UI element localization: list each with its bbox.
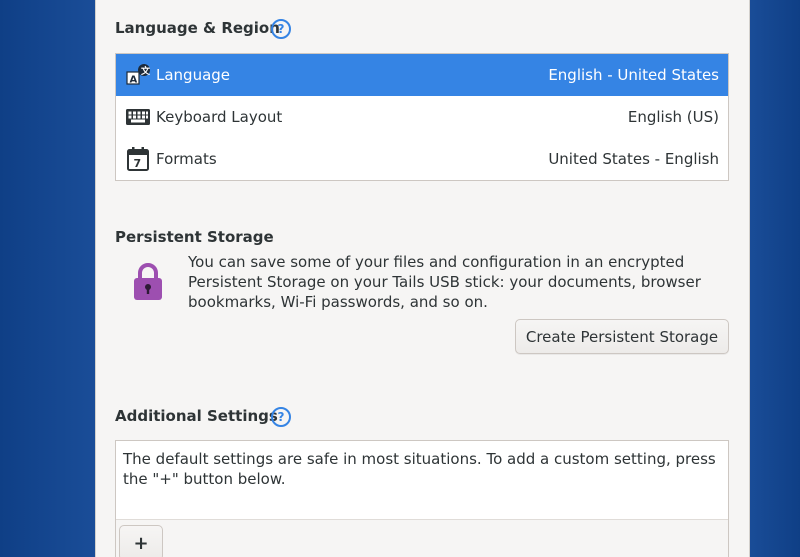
svg-text:7: 7 bbox=[134, 157, 142, 170]
keyboard-icon bbox=[124, 105, 152, 129]
additional-settings-description: The default settings are safe in most si… bbox=[123, 450, 716, 488]
additional-settings-title: Additional Settings bbox=[115, 407, 278, 425]
create-persistent-storage-button[interactable]: Create Persistent Storage bbox=[515, 319, 729, 354]
formats-label: Formats bbox=[156, 150, 217, 168]
language-icon: A 文 bbox=[124, 63, 152, 87]
keyboard-layout-value: English (US) bbox=[627, 108, 719, 126]
additional-settings-help-icon[interactable]: ? bbox=[271, 407, 291, 427]
language-value: English - United States bbox=[548, 66, 719, 84]
svg-text:A: A bbox=[130, 75, 138, 86]
lock-icon bbox=[133, 262, 163, 302]
keyboard-layout-row[interactable]: Keyboard Layout English (US) bbox=[116, 96, 728, 138]
additional-settings-toolbar: + bbox=[116, 519, 728, 557]
persistent-storage-title: Persistent Storage bbox=[115, 228, 274, 246]
add-setting-button[interactable]: + bbox=[119, 525, 163, 557]
language-row[interactable]: A 文 Language English - United States bbox=[116, 54, 728, 96]
additional-settings-box: The default settings are safe in most si… bbox=[115, 440, 729, 557]
calendar-icon: 7 bbox=[124, 147, 152, 171]
formats-value: United States - English bbox=[548, 150, 719, 168]
persistent-storage-description: You can save some of your files and conf… bbox=[188, 253, 701, 311]
formats-row[interactable]: 7 Formats United States - English bbox=[116, 138, 728, 180]
welcome-screen-panel: Language & Region ? A 文 Language English… bbox=[95, 0, 750, 557]
language-region-help-icon[interactable]: ? bbox=[271, 19, 291, 39]
language-region-list: A 文 Language English - United States Key… bbox=[115, 53, 729, 181]
desktop-background-right bbox=[748, 0, 800, 557]
desktop-background-left bbox=[0, 0, 95, 557]
language-label: Language bbox=[156, 66, 231, 84]
keyboard-layout-label: Keyboard Layout bbox=[156, 108, 283, 126]
svg-text:文: 文 bbox=[140, 65, 151, 77]
language-region-title: Language & Region bbox=[115, 19, 280, 37]
